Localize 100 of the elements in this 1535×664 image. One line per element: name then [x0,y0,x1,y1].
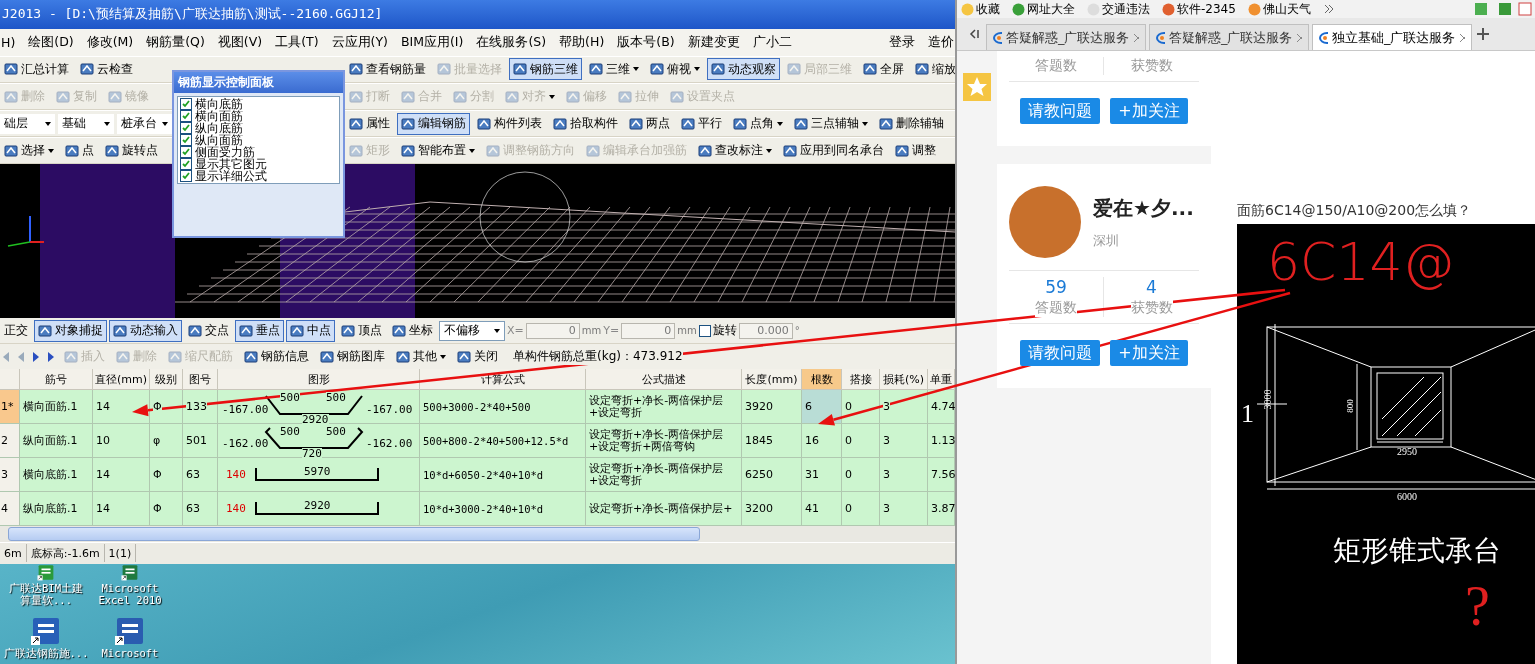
toolbar-button[interactable]: 应用到同名承台 [779,139,888,162]
toolbar-button[interactable]: 关闭 [453,345,502,368]
bookmark-link[interactable]: 交通违法 [1102,0,1150,18]
chevron-icon[interactable] [1322,3,1335,15]
app-icon[interactable] [115,616,145,647]
menu-item[interactable]: 绘图(D) [27,31,75,53]
toolbar-button[interactable]: 查改标注 [694,139,776,162]
toolbar-button[interactable]: 平行 [677,112,726,135]
action-button[interactable]: +加关注 [1110,98,1188,124]
column-header[interactable]: 根数 [802,369,842,391]
toolbar-button[interactable]: 钢筋图库 [316,345,389,368]
menu-item[interactable]: 云应用(Y) [330,31,389,53]
checkbox[interactable] [180,134,192,146]
snap-button[interactable]: 对象捕捉 [34,319,107,342]
bookmark-link[interactable]: 收藏 [976,0,1000,18]
browser-tab[interactable]: 答疑解惑_广联达服务 [1149,24,1309,50]
app-icon[interactable] [31,616,61,647]
column-header[interactable]: 筋号 [20,369,93,391]
toolbar-button[interactable]: 钢筋信息 [240,345,313,368]
toolbar-button[interactable]: 钢筋三维 [509,58,582,81]
column-header[interactable]: 图号 [183,369,218,391]
row-number[interactable]: 2 [0,424,20,459]
new-tab-icon[interactable] [1475,26,1491,42]
column-header[interactable]: 长度(mm) [742,369,802,391]
y-field[interactable]: 0 [621,322,676,339]
menu-item[interactable]: H) [0,32,17,52]
toolbar-button[interactable]: 其他 [392,345,450,368]
dropdown-field[interactable]: 基础 [58,113,114,134]
checkbox[interactable] [180,158,192,170]
toolbar-button[interactable]: 点角 [729,112,787,135]
menu-item[interactable]: 视图(V) [216,31,264,53]
user-name[interactable]: 爱在★夕... [1093,194,1194,222]
toolbar-button[interactable]: 动态观察 [707,58,780,81]
action-button[interactable]: 请教问题 [1020,98,1101,124]
menu-item[interactable]: 新建变更 [686,31,741,53]
menu-item[interactable]: 修改(M) [85,31,135,53]
toolbar-button[interactable]: 旋转点 [101,139,162,162]
column-header[interactable]: 搭接 [842,369,880,391]
menu-item[interactable]: 版本号(B) [616,31,676,53]
checkbox[interactable] [180,122,192,134]
snap-button[interactable]: 顶点 [337,319,386,342]
menu-item[interactable]: 广小二 [751,31,793,53]
toolbar-button[interactable]: 查看钢筋量 [345,58,430,81]
dropdown-field[interactable]: 桩承台 [116,113,172,134]
column-header[interactable]: 损耗(%) [880,369,928,391]
toolbar-button[interactable]: 全屏 [859,58,908,81]
checkbox[interactable] [698,324,711,337]
browser-tab[interactable]: 独立基础_广联达服务 [1312,24,1472,50]
menu-item[interactable]: 造价 [927,31,955,53]
toolbar-button[interactable]: 选择 [0,139,58,162]
dropdown-field[interactable]: 础层 [0,113,56,134]
snap-button[interactable]: 动态输入 [109,319,182,342]
column-header[interactable]: 公式描述 [586,369,742,391]
toolbar-button[interactable]: 三点辅轴 [790,112,872,135]
toolbar-button[interactable]: 构件列表 [473,112,546,135]
snap-button[interactable]: 垂点 [235,319,284,342]
column-header[interactable]: 级别 [150,369,183,391]
snap-button[interactable]: 正交 [0,319,32,342]
checkbox[interactable] [180,98,192,110]
toolbar-button[interactable]: 拾取构件 [549,112,622,135]
toolbar-button[interactable]: 汇总计算 [0,58,73,81]
row-number[interactable]: 4 [0,492,20,527]
snap-button[interactable]: 交点 [184,319,233,342]
menu-item[interactable]: 工具(T) [274,31,320,53]
toolbar-button[interactable]: 两点 [625,112,674,135]
row-number[interactable]: 3 [0,458,20,493]
menu-item[interactable]: 在线服务(S) [475,31,548,53]
menu-item[interactable]: 钢筋量(Q) [145,31,206,53]
action-button[interactable]: +加关注 [1110,340,1188,366]
toolbar-button[interactable]: 三维 [585,58,643,81]
menu-item[interactable]: 帮助(H) [558,31,606,53]
toolbar-button[interactable]: 智能布置 [397,139,479,162]
action-button[interactable]: 请教问题 [1020,340,1101,366]
snap-button[interactable]: 中点 [286,319,335,342]
row-number[interactable]: 1* [0,390,20,425]
scrollbar-thumb[interactable] [8,527,700,542]
checkbox[interactable] [180,110,192,122]
bookmark-link[interactable]: 软件-2345 [1177,0,1236,18]
column-header[interactable]: 单重 [928,369,955,391]
toolbar-button[interactable]: 编辑钢筋 [397,112,470,135]
bookmark-link[interactable]: 网址大全 [1027,0,1075,18]
angle-field[interactable]: 0.000 [738,322,793,339]
column-header[interactable]: 直径(mm) [93,369,150,391]
offset-dropdown[interactable]: 不偏移 [439,320,505,341]
checkbox[interactable] [180,146,192,158]
bookmark-link[interactable]: 佛山天气 [1262,0,1311,18]
x-field[interactable]: 0 [525,322,580,339]
toolbar-button[interactable]: 删除辅轴 [875,112,948,135]
menu-item[interactable]: 登录 [888,31,916,53]
column-header[interactable]: 图形 [218,369,420,391]
toolbar-button[interactable]: 点 [61,139,98,162]
toolbar-button[interactable]: 调整 [891,139,940,162]
toolbar-button[interactable]: 俯视 [646,58,704,81]
toolbar-button[interactable]: 属性 [345,112,394,135]
browser-tab[interactable]: 答疑解惑_广联达服务 [986,24,1146,50]
toolbar-icons-drawing[interactable] [1475,2,1535,16]
checkbox[interactable] [180,170,192,182]
snap-button[interactable]: 坐标 [388,319,437,342]
toolbar-button[interactable]: 云检查 [76,58,137,81]
menu-item[interactable]: BIM应用(I) [399,31,465,53]
